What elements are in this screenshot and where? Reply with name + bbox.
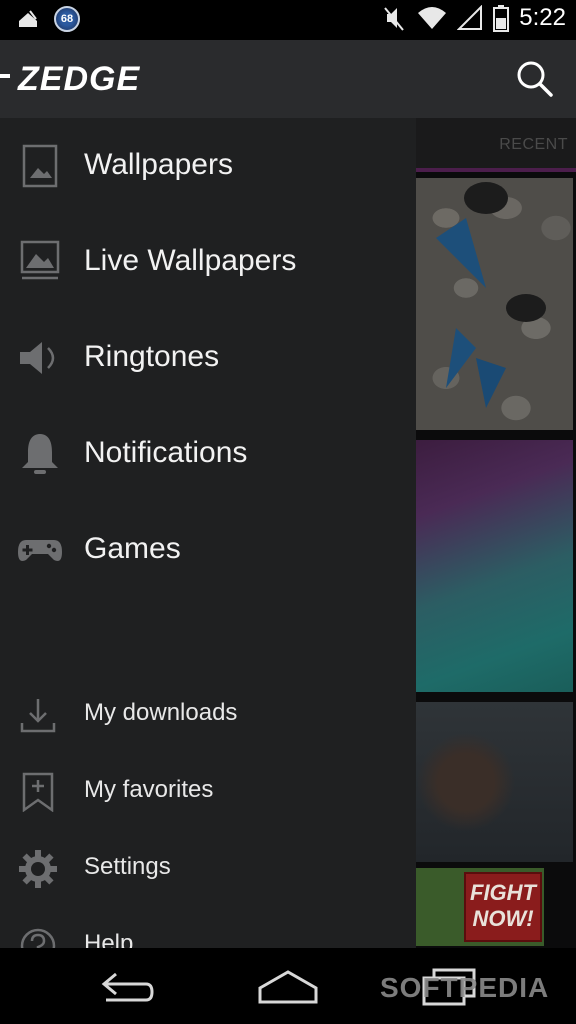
app-bar: ZEDGE — [0, 40, 576, 118]
app-logo: ZEDGE — [18, 60, 141, 98]
drawer-item-label: Wallpapers — [84, 148, 233, 181]
wifi-icon — [418, 7, 447, 29]
notification-badge-icon: 68 — [54, 6, 80, 32]
drawer-item-wallpapers[interactable]: Wallpapers — [0, 118, 416, 214]
home-icon[interactable] — [256, 966, 320, 1006]
drawer-item-label: Games — [84, 532, 181, 565]
status-left: 68 — [16, 6, 80, 32]
status-right: 5:22 — [381, 4, 566, 32]
wallpaper-thumbnail[interactable] — [416, 702, 573, 862]
search-icon[interactable] — [514, 58, 554, 98]
butterfly-image — [436, 182, 546, 408]
signal-icon — [457, 5, 483, 30]
debug-android-icon — [19, 10, 37, 27]
drawer-item-label: My favorites — [84, 776, 214, 803]
drawer-item-my-favorites[interactable]: My favorites — [0, 752, 416, 828]
wallpaper-thumbnail[interactable] — [416, 178, 573, 430]
tab-recent[interactable]: RECENT — [416, 118, 576, 172]
bookmark-plus-icon — [22, 772, 54, 812]
drawer-item-label: Settings — [84, 853, 171, 880]
wallpaper-icon — [22, 144, 58, 188]
drawer-indicator[interactable] — [0, 74, 10, 78]
drawer-item-label: My downloads — [84, 699, 238, 726]
drawer-item-label: Ringtones — [84, 340, 220, 373]
clock: 5:22 — [519, 4, 566, 31]
drawer-item-settings[interactable]: Settings — [0, 829, 416, 905]
drawer-item-games[interactable]: Games — [0, 502, 416, 598]
drawer-item-notifications[interactable]: Notifications — [0, 406, 416, 502]
status-bar: 68 5:22 — [0, 0, 576, 40]
drawer-item-live-wallpapers[interactable]: Live Wallpapers — [0, 214, 416, 310]
drawer-item-my-downloads[interactable]: My downloads — [0, 675, 416, 751]
gear-icon — [19, 850, 57, 888]
wallpaper-thumbnail[interactable] — [416, 440, 573, 692]
mute-icon — [384, 7, 405, 31]
battery-icon — [493, 5, 510, 32]
speaker-icon — [20, 342, 55, 374]
tab-recent-label: RECENT — [499, 136, 568, 153]
gamepad-icon — [18, 540, 62, 561]
watermark: SOFTPEDIA — [380, 972, 550, 1003]
live-wallpaper-icon — [20, 240, 60, 280]
badge-number: 68 — [60, 13, 74, 25]
drawer-item-label: Notifications — [84, 436, 248, 469]
drawer-item-label: Live Wallpapers — [84, 244, 297, 277]
navigation-drawer: Wallpapers Live Wallpapers Ringtones Not… — [0, 118, 416, 964]
promo-badge: FIGHT NOW! — [464, 872, 542, 942]
download-icon — [20, 699, 56, 733]
back-icon[interactable] — [96, 966, 160, 1006]
bell-icon — [22, 434, 58, 474]
drawer-item-ringtones[interactable]: Ringtones — [0, 310, 416, 406]
